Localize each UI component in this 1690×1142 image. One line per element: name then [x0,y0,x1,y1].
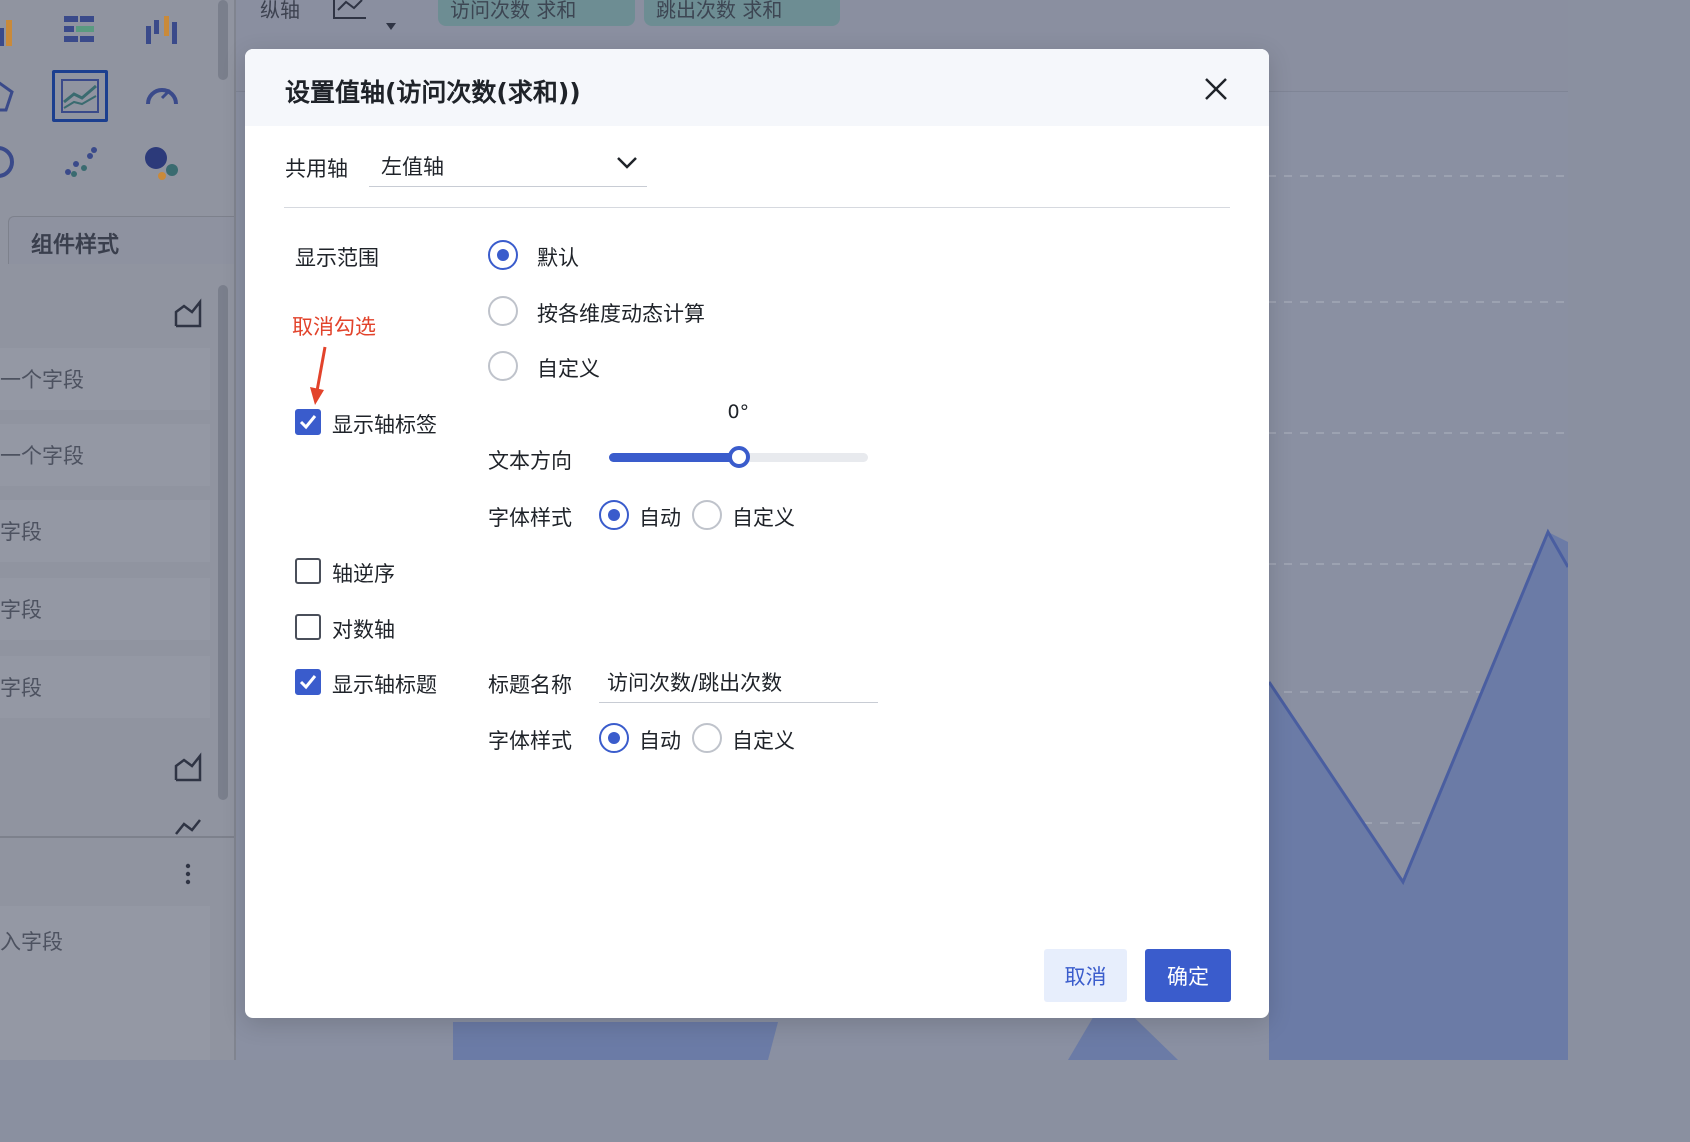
log-axis-label[interactable]: 对数轴 [332,614,395,644]
stacked-bar-chart-icon[interactable] [52,4,108,56]
label-font-style-label: 字体样式 [488,506,572,530]
show-axis-title-checkbox[interactable] [295,669,321,695]
area-chart-icon[interactable] [174,298,202,332]
radio-custom-range[interactable] [488,351,518,381]
area-chart-icon[interactable] [52,70,108,122]
axis-chart-icon[interactable] [330,0,370,26]
field-slot[interactable]: 字段 [0,578,210,640]
text-direction-label: 文本方向 [488,449,572,473]
field-slot[interactable]: 字段 [0,500,210,562]
waterfall-chart-icon[interactable] [134,4,190,56]
field-slot[interactable]: 一个字段 [0,424,210,486]
divider [284,207,1230,208]
radio-label-font-auto[interactable] [599,500,629,530]
bubble-chart-icon[interactable] [134,136,190,188]
radio-default-label[interactable]: 默认 [537,242,579,272]
scatter-chart-icon[interactable] [52,136,108,188]
shared-axis-label: 共用轴 [285,157,348,181]
text-direction-value: 0° [727,401,750,423]
field-slot[interactable]: 入字段 [0,906,210,1060]
field-slot[interactable]: 一个字段 [0,348,210,410]
pie-chart-icon[interactable] [0,136,26,188]
dialog-title: 设置值轴(访问次数(求和)) [285,78,581,107]
radio-dynamic[interactable] [488,296,518,326]
title-name-input[interactable]: 访问次数/跳出次数 [599,661,878,703]
axis-label: 纵轴 [260,0,300,22]
title-font-style-label: 字体样式 [488,729,572,753]
radio-default[interactable] [488,240,518,270]
title-name-label: 标题名称 [488,673,572,697]
log-axis-checkbox[interactable] [295,614,321,640]
radio-label-font-auto-label[interactable]: 自动 [639,502,681,532]
display-range-label: 显示范围 [295,246,379,270]
cancel-button[interactable]: 取消 [1044,949,1127,1002]
scrollbar[interactable] [218,285,228,800]
reverse-axis-label[interactable]: 轴逆序 [332,558,395,588]
field-slot[interactable]: 字段 [0,656,210,718]
check-icon [299,415,317,430]
radio-title-font-custom-label[interactable]: 自定义 [732,725,795,755]
show-axis-labels-label[interactable]: 显示轴标签 [332,409,437,439]
annotation-arrow-icon [310,346,327,405]
show-axis-title-label[interactable]: 显示轴标题 [332,669,437,699]
tab-component-style[interactable]: 组件样式 [8,216,236,264]
confirm-button[interactable]: 确定 [1145,949,1231,1002]
slider-handle[interactable] [727,446,750,468]
caret-down-icon[interactable] [384,18,398,37]
radio-title-font-auto-label[interactable]: 自动 [639,725,681,755]
axis-field-pill[interactable]: 访问次数 求和 [438,0,635,26]
annotation-text: 取消勾选 [292,315,376,339]
radio-label-font-custom[interactable] [692,500,722,530]
bar-chart-icon[interactable] [0,4,26,56]
shared-axis-value: 左值轴 [381,155,444,179]
line-chart-icon[interactable] [174,816,202,836]
gauge-chart-icon[interactable] [134,70,190,122]
radio-label-font-custom-label[interactable]: 自定义 [732,502,795,532]
slider-fill [609,453,739,462]
shared-axis-select[interactable]: 左值轴 [369,145,647,187]
radio-custom-range-label[interactable]: 自定义 [537,353,600,383]
radio-dynamic-label[interactable]: 按各维度动态计算 [537,298,705,328]
chevron-down-icon [617,157,637,169]
radar-chart-icon[interactable] [0,70,26,122]
axis-settings-dialog: 设置值轴(访问次数(求和)) 共用轴 左值轴 显示范围 默认 按各维度动态计算 … [245,49,1269,1018]
title-name-value: 访问次数/跳出次数 [607,671,783,695]
area-chart-icon[interactable] [174,752,202,786]
reverse-axis-checkbox[interactable] [295,558,321,584]
close-icon[interactable] [1200,73,1232,105]
show-axis-labels-checkbox[interactable] [295,409,321,435]
check-icon [299,675,317,690]
more-options-icon[interactable] [178,862,198,890]
radio-title-font-auto[interactable] [599,723,629,753]
axis-field-pill[interactable]: 跳出次数 求和 [644,0,840,26]
radio-title-font-custom[interactable] [692,723,722,753]
divider [0,836,236,838]
scrollbar[interactable] [218,0,228,80]
